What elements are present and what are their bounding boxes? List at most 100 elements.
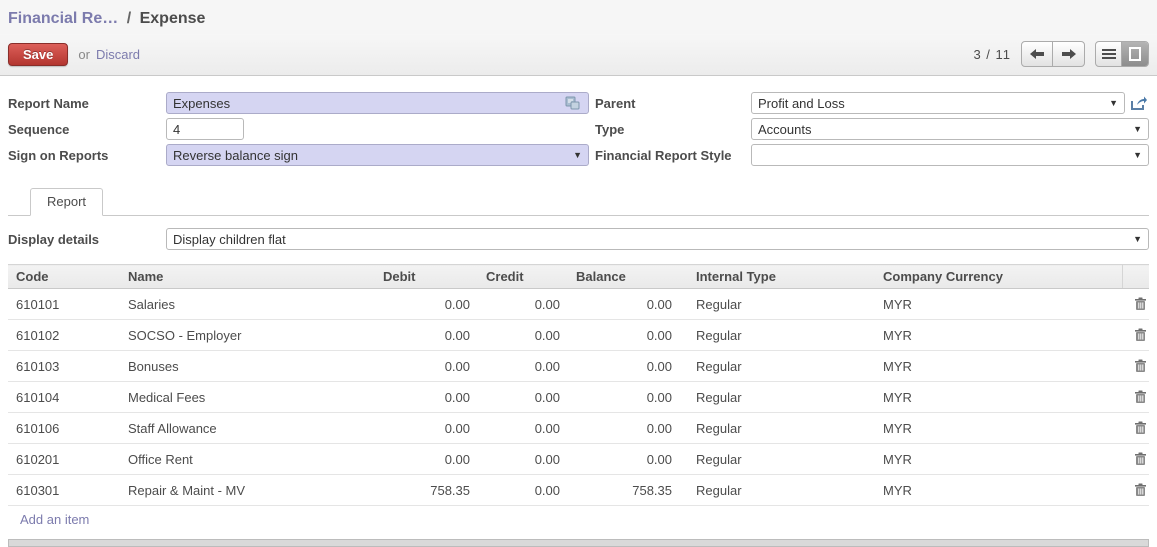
delete-row-trash-icon[interactable] (1130, 387, 1149, 407)
delete-row-trash-icon[interactable] (1130, 356, 1149, 376)
column-header-name[interactable]: Name (120, 264, 375, 289)
pager-counter: 3 / 11 (973, 46, 1011, 62)
financial-report-style-select[interactable]: ▼ (751, 144, 1149, 166)
column-header-internal-type[interactable]: Internal Type (680, 264, 875, 289)
pager-previous-button[interactable] (1022, 42, 1053, 66)
row-debit-cell[interactable]: 0.00 (375, 288, 478, 320)
external-link-icon[interactable] (1129, 93, 1149, 113)
row-balance-cell[interactable]: 0.00 (568, 412, 680, 444)
table-row[interactable]: 610103 Bonuses 0.00 0.00 0.00 Regular MYR (8, 350, 1149, 382)
row-currency-cell[interactable]: MYR (875, 350, 1122, 382)
row-internal-type-cell[interactable]: Regular (680, 319, 875, 351)
table-row[interactable]: 610104 Medical Fees 0.00 0.00 0.00 Regular MYR (8, 381, 1149, 413)
row-actions-cell (1122, 474, 1149, 506)
row-currency-cell[interactable]: MYR (875, 288, 1122, 320)
sign-on-reports-select[interactable]: Reverse balance sign ▼ (166, 144, 589, 166)
row-credit-cell[interactable]: 0.00 (478, 443, 568, 475)
table-row[interactable]: 610106 Staff Allowance 0.00 0.00 0.00 Regular… (8, 412, 1149, 444)
horizontal-scrollbar[interactable] (8, 539, 1149, 547)
notebook-tabs: Report (8, 188, 1149, 216)
row-internal-type-cell[interactable]: Regular (680, 443, 875, 475)
table-row[interactable]: 610301 Repair & Maint - MV 758.35 0.00 758.3… (8, 474, 1149, 506)
row-balance-cell[interactable]: 0.00 (568, 381, 680, 413)
row-currency-cell[interactable]: MYR (875, 412, 1122, 444)
row-code-cell[interactable]: 610106 (8, 412, 120, 444)
row-debit-cell[interactable]: 758.35 (375, 474, 478, 506)
row-code-cell[interactable]: 610103 (8, 350, 120, 382)
table-row[interactable]: 610201 Office Rent 0.00 0.00 0.00 Regular MYR (8, 443, 1149, 475)
row-debit-cell[interactable]: 0.00 (375, 350, 478, 382)
accounts-table: Code Name Debit Credit Balance Internal … (8, 264, 1149, 506)
caret-down-icon: ▼ (1109, 98, 1118, 108)
row-name-cell[interactable]: Staff Allowance (120, 412, 375, 444)
delete-row-trash-icon[interactable] (1130, 325, 1149, 345)
row-currency-cell[interactable]: MYR (875, 443, 1122, 475)
translate-page-icon[interactable] (562, 93, 582, 113)
type-select[interactable]: Accounts ▼ (751, 118, 1149, 140)
row-internal-type-cell[interactable]: Regular (680, 381, 875, 413)
row-debit-cell[interactable]: 0.00 (375, 443, 478, 475)
row-debit-cell[interactable]: 0.00 (375, 319, 478, 351)
row-internal-type-cell[interactable]: Regular (680, 350, 875, 382)
save-button[interactable]: Save (8, 42, 69, 66)
row-credit-cell[interactable]: 0.00 (478, 350, 568, 382)
display-details-row: Display details Display children flat ▼ (8, 228, 1149, 250)
discard-link[interactable]: Discard (96, 47, 140, 62)
row-name-cell[interactable]: Repair & Maint - MV (120, 474, 375, 506)
delete-row-trash-icon[interactable] (1130, 449, 1149, 469)
row-credit-cell[interactable]: 0.00 (478, 381, 568, 413)
row-internal-type-cell[interactable]: Regular (680, 288, 875, 320)
row-name-cell[interactable]: Medical Fees (120, 381, 375, 413)
row-code-cell[interactable]: 610201 (8, 443, 120, 475)
row-code-cell[interactable]: 610301 (8, 474, 120, 506)
caret-down-icon: ▼ (1133, 124, 1142, 134)
row-internal-type-cell[interactable]: Regular (680, 412, 875, 444)
delete-row-trash-icon[interactable] (1130, 480, 1149, 500)
row-balance-cell[interactable]: 0.00 (568, 319, 680, 351)
row-credit-cell[interactable]: 0.00 (478, 288, 568, 320)
row-code-cell[interactable]: 610102 (8, 319, 120, 351)
row-currency-cell[interactable]: MYR (875, 319, 1122, 351)
row-name-cell[interactable]: Office Rent (120, 443, 375, 475)
row-credit-cell[interactable]: 0.00 (478, 474, 568, 506)
row-currency-cell[interactable]: MYR (875, 381, 1122, 413)
form-view-button[interactable] (1122, 42, 1148, 66)
row-credit-cell[interactable]: 0.00 (478, 412, 568, 444)
row-balance-cell[interactable]: 0.00 (568, 288, 680, 320)
row-name-cell[interactable]: SOCSO - Employer (120, 319, 375, 351)
pager-next-button[interactable] (1053, 42, 1084, 66)
table-row[interactable]: 610101 Salaries 0.00 0.00 0.00 Regular MYR (8, 288, 1149, 320)
row-name-cell[interactable]: Salaries (120, 288, 375, 320)
column-header-credit[interactable]: Credit (478, 264, 568, 289)
table-row[interactable]: 610102 SOCSO - Employer 0.00 0.00 0.00 Regula… (8, 319, 1149, 351)
or-label: or (78, 46, 90, 62)
row-balance-cell[interactable]: 758.35 (568, 474, 680, 506)
column-header-company-currency[interactable]: Company Currency (875, 264, 1122, 289)
row-debit-cell[interactable]: 0.00 (375, 381, 478, 413)
row-code-cell[interactable]: 610104 (8, 381, 120, 413)
row-internal-type-cell[interactable]: Regular (680, 474, 875, 506)
display-details-select[interactable]: Display children flat ▼ (166, 228, 1149, 250)
delete-row-trash-icon[interactable] (1130, 294, 1149, 314)
row-debit-cell[interactable]: 0.00 (375, 412, 478, 444)
column-header-balance[interactable]: Balance (568, 264, 680, 289)
column-header-debit[interactable]: Debit (375, 264, 478, 289)
row-balance-cell[interactable]: 0.00 (568, 350, 680, 382)
row-actions-cell (1122, 381, 1149, 413)
parent-combobox[interactable]: Profit and Loss ▼ (751, 92, 1125, 114)
row-currency-cell[interactable]: MYR (875, 474, 1122, 506)
row-code-cell[interactable]: 610101 (8, 288, 120, 320)
column-header-code[interactable]: Code (8, 264, 120, 289)
row-name-cell[interactable]: Bonuses (120, 350, 375, 382)
add-an-item-link[interactable]: Add an item (20, 512, 89, 527)
row-balance-cell[interactable]: 0.00 (568, 443, 680, 475)
sequence-input[interactable] (166, 118, 244, 140)
row-actions-cell (1122, 443, 1149, 475)
row-credit-cell[interactable]: 0.00 (478, 319, 568, 351)
sequence-label: Sequence (8, 122, 70, 137)
report-name-input[interactable]: Expenses (166, 92, 589, 114)
breadcrumb-parent-link[interactable]: Financial Re… (8, 10, 118, 27)
delete-row-trash-icon[interactable] (1130, 418, 1149, 438)
tab-report[interactable]: Report (30, 188, 104, 216)
list-view-button[interactable] (1096, 42, 1122, 66)
